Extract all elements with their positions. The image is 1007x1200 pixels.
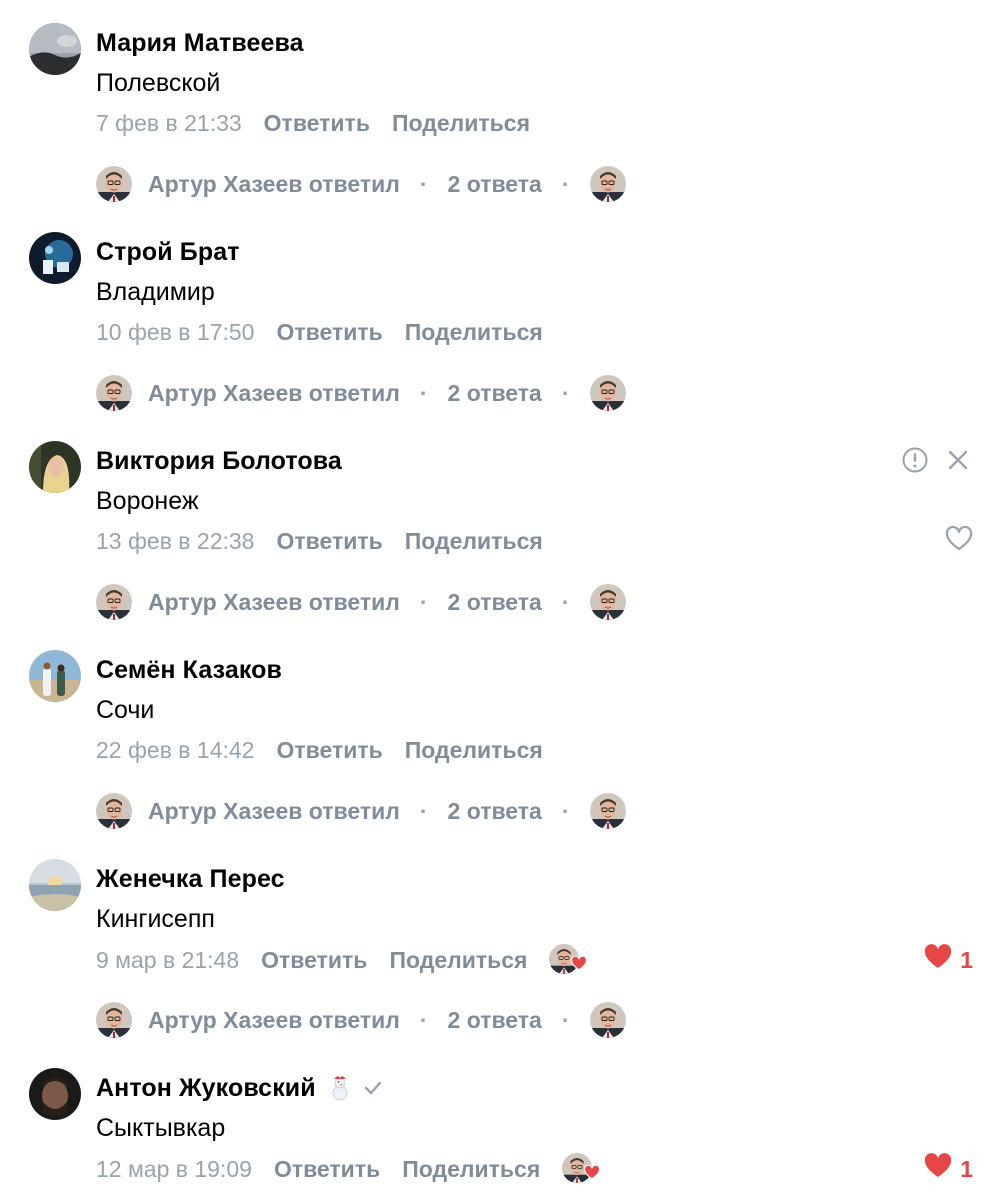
author-name[interactable]: Мария Матвеева xyxy=(96,28,304,58)
share-button[interactable]: Поделиться xyxy=(392,108,530,138)
avatar xyxy=(96,375,132,411)
comment-date[interactable]: 7 фев в 21:33 xyxy=(96,108,242,138)
author-name[interactable]: Строй Брат xyxy=(96,237,240,267)
heart-filled-icon xyxy=(584,1157,601,1187)
snowman-emoji-badge xyxy=(328,1074,352,1102)
share-button[interactable]: Поделиться xyxy=(405,735,543,765)
like-count: 1 xyxy=(960,1155,973,1182)
comment-meta: 22 фев в 14:42 Ответить Поделиться xyxy=(96,735,543,765)
reply-button[interactable]: Ответить xyxy=(261,945,367,975)
comment-date[interactable]: 10 фев в 17:50 xyxy=(96,317,254,347)
reply-button[interactable]: Ответить xyxy=(276,526,382,556)
comment-meta: 12 мар в 19:09 Ответить Поделиться xyxy=(96,1153,601,1185)
like-button[interactable]: 1 xyxy=(924,1153,973,1185)
comment-date[interactable]: 9 мар в 21:48 xyxy=(96,945,239,975)
separator-dot: · xyxy=(419,797,428,824)
comment-meta: 10 фев в 17:50 Ответить Поделиться xyxy=(96,317,543,347)
thread-summary[interactable]: Артур Хазеев ответил · 2 ответа · xyxy=(96,793,626,829)
heart-outline-icon xyxy=(945,525,973,558)
comment-text: Кингисепп xyxy=(96,905,215,933)
comment-text: Сочи xyxy=(96,696,155,724)
comment-text: Воронеж xyxy=(96,487,199,515)
avatar[interactable] xyxy=(29,859,81,911)
close-icon[interactable] xyxy=(945,447,971,478)
share-button[interactable]: Поделиться xyxy=(405,317,543,347)
thread-count[interactable]: 2 ответа xyxy=(448,589,542,616)
liker-avatar[interactable] xyxy=(562,1153,601,1185)
share-button[interactable]: Поделиться xyxy=(402,1154,540,1184)
thread-count[interactable]: 2 ответа xyxy=(448,171,542,198)
heart-filled-icon xyxy=(571,948,588,978)
heart-filled-icon xyxy=(924,944,952,976)
avatar xyxy=(590,793,626,829)
avatar[interactable] xyxy=(29,232,81,284)
share-button[interactable]: Поделиться xyxy=(405,526,543,556)
separator-dot: · xyxy=(419,379,428,406)
avatar xyxy=(590,166,626,202)
author-name[interactable]: Семён Казаков xyxy=(96,655,282,685)
like-count: 1 xyxy=(960,946,973,973)
avatar xyxy=(96,1002,132,1038)
avatar[interactable] xyxy=(29,441,81,493)
heart-filled-icon xyxy=(924,1153,952,1185)
thread-summary[interactable]: Артур Хазеев ответил · 2 ответа · xyxy=(96,584,626,620)
author-name[interactable]: Антон Жуковский xyxy=(96,1073,382,1103)
thread-author[interactable]: Артур Хазеев ответил xyxy=(148,798,400,825)
author-name[interactable]: Женечка Перес xyxy=(96,864,285,894)
comment-date[interactable]: 12 мар в 19:09 xyxy=(96,1154,252,1184)
separator-dot: · xyxy=(561,1006,570,1033)
reply-button[interactable]: Ответить xyxy=(264,108,370,138)
separator-dot: · xyxy=(419,588,428,615)
reply-button[interactable]: Ответить xyxy=(276,317,382,347)
avatar xyxy=(590,584,626,620)
avatar[interactable] xyxy=(29,1068,81,1120)
separator-dot: · xyxy=(561,797,570,824)
comment-text: Сыктывкар xyxy=(96,1114,226,1142)
separator-dot: · xyxy=(561,170,570,197)
reply-button[interactable]: Ответить xyxy=(276,735,382,765)
author-name-text: Антон Жуковский xyxy=(96,1074,316,1102)
comment-meta: 9 мар в 21:48 Ответить Поделиться xyxy=(96,944,588,976)
thread-count[interactable]: 2 ответа xyxy=(448,1007,542,1034)
avatar[interactable] xyxy=(29,650,81,702)
comment-date[interactable]: 13 фев в 22:38 xyxy=(96,526,254,556)
thread-author[interactable]: Артур Хазеев ответил xyxy=(148,1007,400,1034)
thread-author[interactable]: Артур Хазеев ответил xyxy=(148,171,400,198)
comment-actions xyxy=(901,446,971,479)
comment-text: Владимир xyxy=(96,278,215,306)
thread-author[interactable]: Артур Хазеев ответил xyxy=(148,589,400,616)
avatar xyxy=(590,1002,626,1038)
thread-summary[interactable]: Артур Хазеев ответил · 2 ответа · xyxy=(96,1002,626,1038)
comment-meta: 7 фев в 21:33 Ответить Поделиться xyxy=(96,108,530,138)
avatar xyxy=(96,166,132,202)
separator-dot: · xyxy=(419,1006,428,1033)
share-button[interactable]: Поделиться xyxy=(389,945,527,975)
separator-dot: · xyxy=(419,170,428,197)
thread-author[interactable]: Артур Хазеев ответил xyxy=(148,380,400,407)
author-name[interactable]: Виктория Болотова xyxy=(96,446,342,476)
separator-dot: · xyxy=(561,588,570,615)
comment-meta: 13 фев в 22:38 Ответить Поделиться xyxy=(96,526,543,556)
avatar xyxy=(96,793,132,829)
thread-count[interactable]: 2 ответа xyxy=(448,798,542,825)
report-icon[interactable] xyxy=(901,446,929,479)
avatar[interactable] xyxy=(29,23,81,75)
verified-check-icon xyxy=(364,1080,382,1096)
comment-date[interactable]: 22 фев в 14:42 xyxy=(96,735,254,765)
comment-text: Полевской xyxy=(96,69,221,97)
thread-summary[interactable]: Артур Хазеев ответил · 2 ответа · xyxy=(96,166,626,202)
like-button[interactable] xyxy=(945,525,973,558)
liker-avatar[interactable] xyxy=(549,944,588,976)
separator-dot: · xyxy=(561,379,570,406)
thread-count[interactable]: 2 ответа xyxy=(448,380,542,407)
like-button[interactable]: 1 xyxy=(924,944,973,976)
reply-button[interactable]: Ответить xyxy=(274,1154,380,1184)
avatar xyxy=(96,584,132,620)
thread-summary[interactable]: Артур Хазеев ответил · 2 ответа · xyxy=(96,375,626,411)
avatar xyxy=(590,375,626,411)
